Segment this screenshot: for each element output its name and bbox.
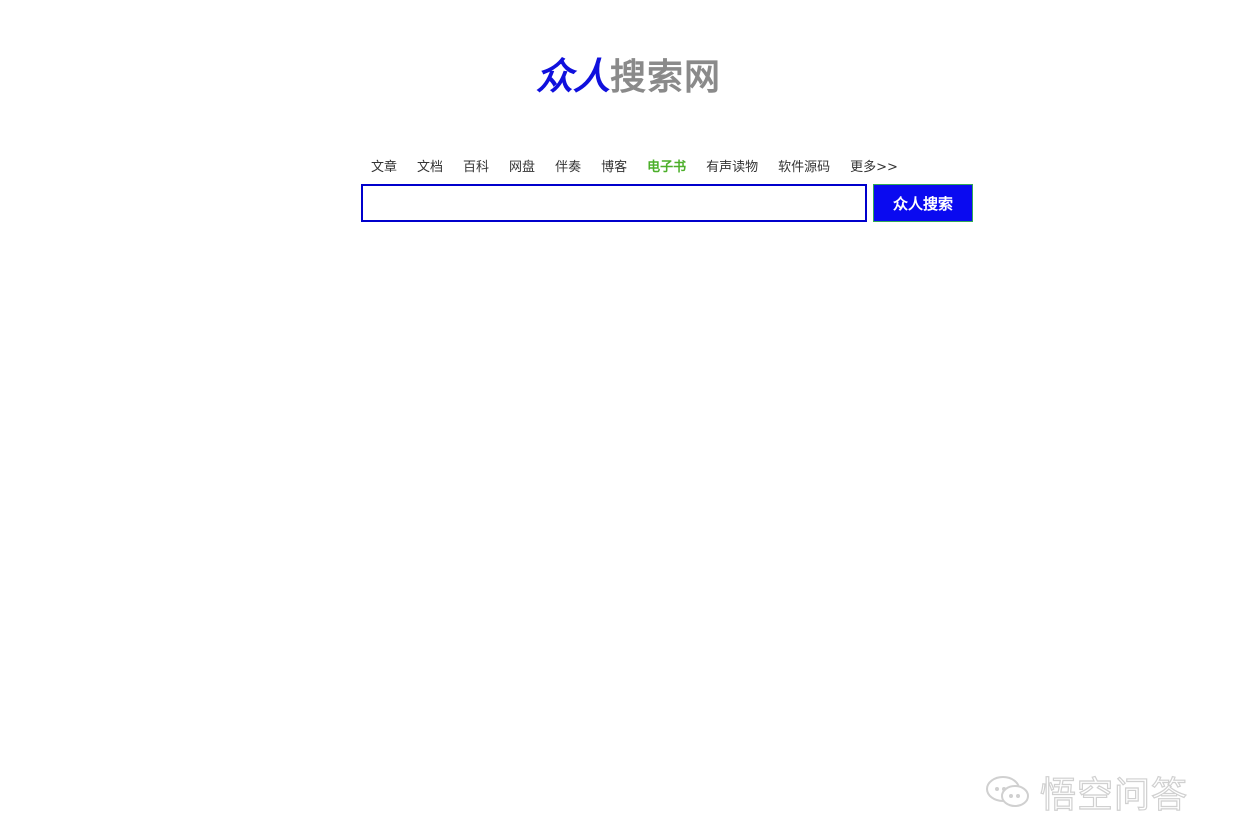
site-logo[interactable]: 众人 搜索网 (536, 54, 721, 100)
chat-bubbles-icon (986, 776, 1029, 807)
nav-item-software-source[interactable]: 软件源码 (768, 156, 840, 180)
search-category-nav: 文章 文档 百科 网盘 伴奏 博客 电子书 有声读物 软件源码 更多>> (361, 156, 908, 180)
nav-item-ebooks[interactable]: 电子书 (637, 156, 696, 180)
nav-item-audiobooks[interactable]: 有声读物 (696, 156, 768, 180)
nav-item-accompaniment[interactable]: 伴奏 (545, 156, 591, 180)
watermark-text: 悟空问答 (1039, 774, 1189, 816)
search-button[interactable]: 众人搜索 (873, 184, 973, 222)
logo-secondary-text: 搜索网 (610, 57, 722, 98)
wukong-watermark: 悟空问答 (984, 766, 1188, 818)
nav-item-more[interactable]: 更多>> (840, 156, 908, 180)
nav-item-blog[interactable]: 博客 (591, 156, 637, 180)
logo-primary-text: 众人 (536, 54, 610, 98)
search-input[interactable] (361, 184, 867, 222)
nav-item-encyclopedia[interactable]: 百科 (453, 156, 499, 180)
nav-item-articles[interactable]: 文章 (361, 156, 407, 180)
nav-item-netdisk[interactable]: 网盘 (499, 156, 545, 180)
nav-item-documents[interactable]: 文档 (407, 156, 453, 180)
